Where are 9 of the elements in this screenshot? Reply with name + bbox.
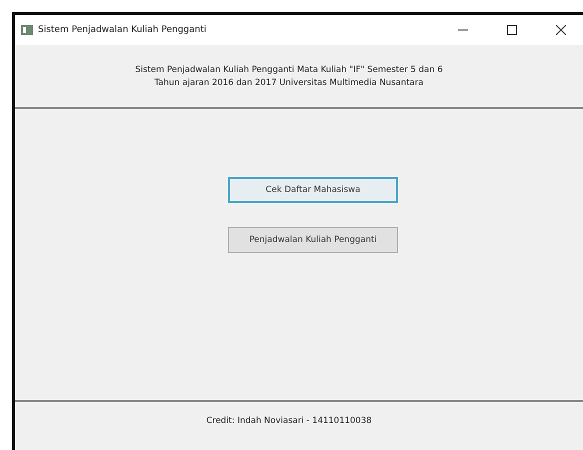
header-text: Tahun ajaran 2016 dan 2017 Universitas Multimedia Nusantara <box>154 78 424 88</box>
window-title: Sistem Penjadwalan Kuliah Pengganti <box>38 25 208 35</box>
close-icon <box>556 25 566 35</box>
credit-text: Credit: Indah Noviasari - 14110110038 <box>206 416 372 428</box>
menu-button[interactable]: Penjadwalan Kuliah Pengganti <box>228 227 398 253</box>
menu-button[interactable]: Cek Daftar Mahasiswa <box>228 177 398 203</box>
header-text: Sistem Penjadwalan Kuliah Pengganti Mata Kuliah "IF" Semester 5 dan 6 <box>135 64 443 74</box>
maximize-icon <box>507 25 517 35</box>
app-icon <box>21 25 33 35</box>
